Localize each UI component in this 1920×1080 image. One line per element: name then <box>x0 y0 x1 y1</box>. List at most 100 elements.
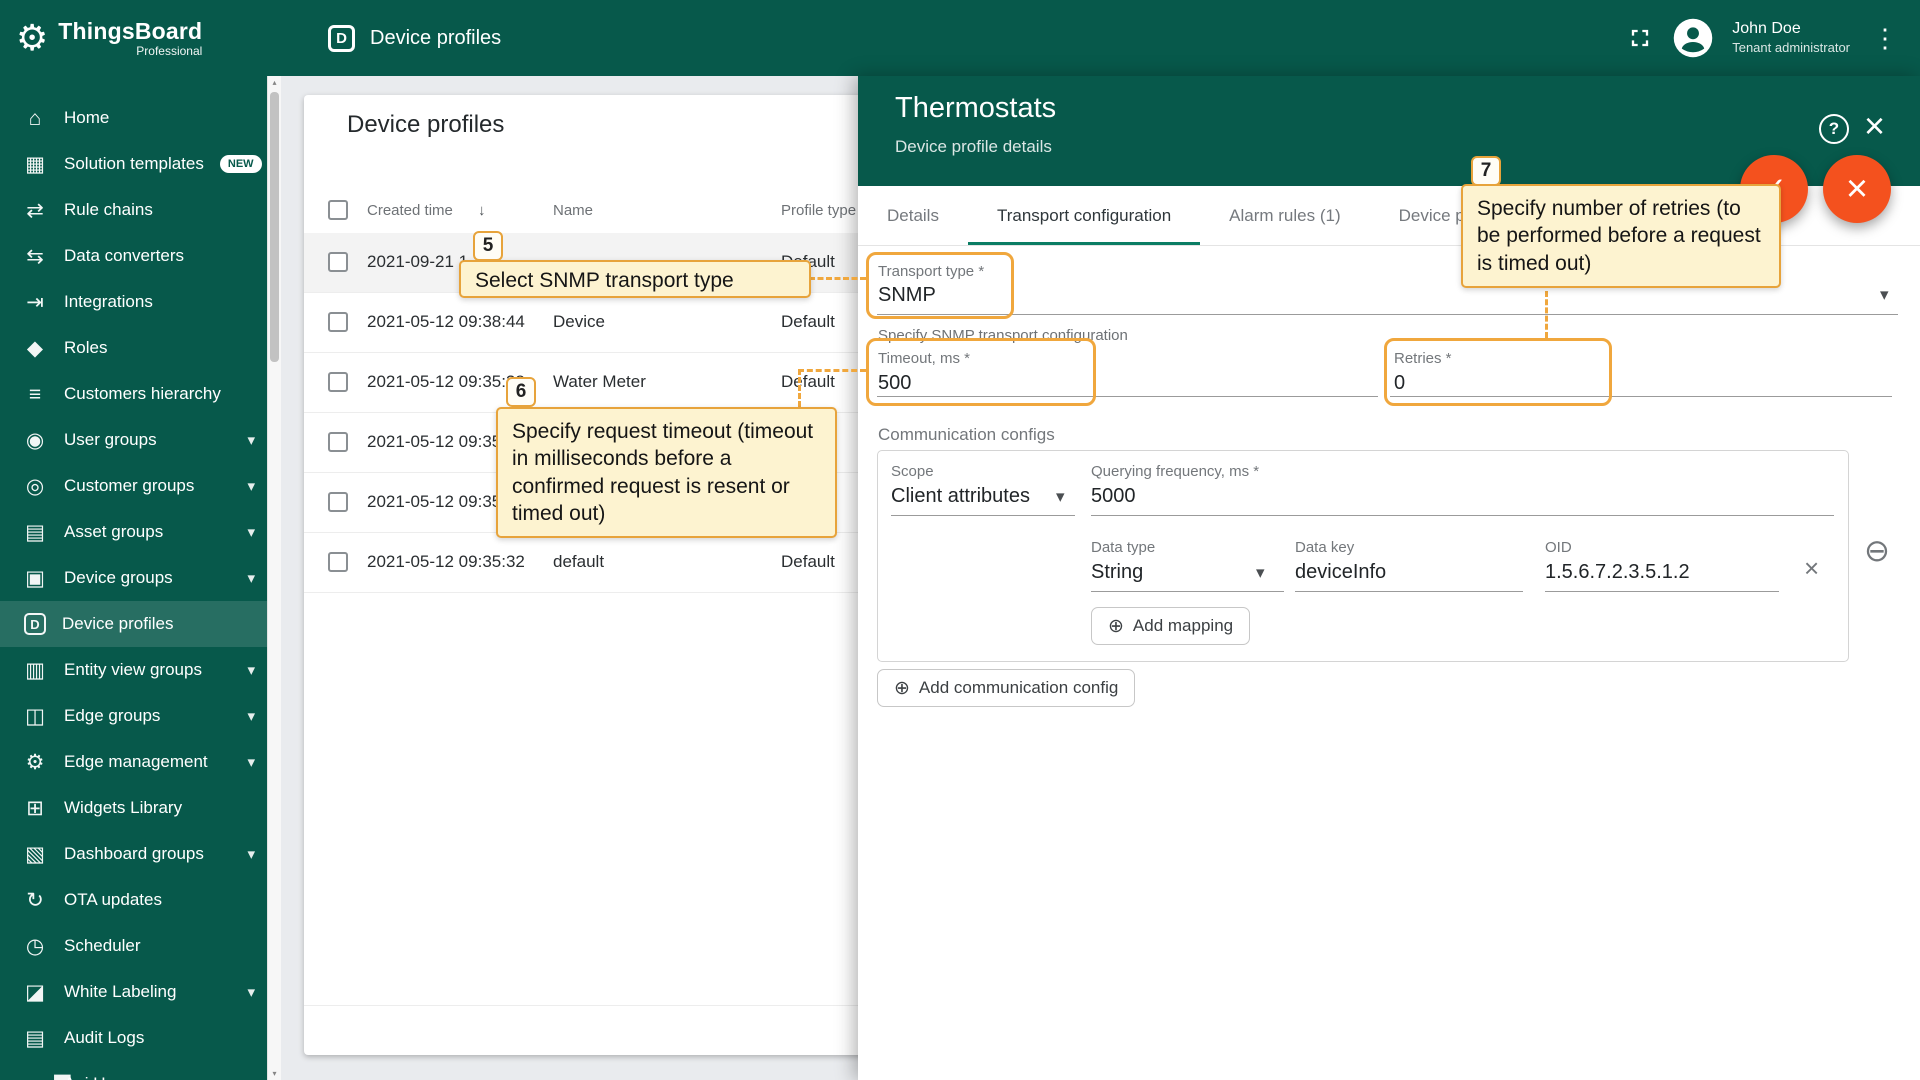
remove-config-icon[interactable]: ⊖ <box>1864 535 1890 566</box>
chevron-down-icon[interactable]: ▾ <box>247 845 255 863</box>
chevron-down-icon[interactable]: ▾ <box>247 523 255 541</box>
topbar-actions: John Doe Tenant administrator ⋮ <box>1626 17 1902 59</box>
sidebar-item-white-labeling[interactable]: ◪ White Labeling ▾ <box>0 969 267 1015</box>
select-all-checkbox[interactable] <box>328 200 348 220</box>
customer-groups-icon: ◎ <box>22 476 48 497</box>
sidebar-item-label: Edge management <box>64 752 231 772</box>
user-block[interactable]: John Doe Tenant administrator <box>1732 19 1850 57</box>
sidebar-item-entity-view-groups[interactable]: ▥ Entity view groups ▾ <box>0 647 267 693</box>
sidebar-item-ota-updates[interactable]: ↻ OTA updates <box>0 877 267 923</box>
sidebar-item-label: Edge groups <box>64 706 231 726</box>
sidebar-item-label: Data converters <box>64 246 255 266</box>
sidebar-item-label: Solution templates <box>64 154 204 174</box>
chevron-down-icon[interactable]: ▾ <box>247 661 255 679</box>
row-checkbox[interactable] <box>328 432 348 452</box>
cell-name: Device <box>553 312 605 332</box>
data-type-select[interactable]: String <box>1091 561 1143 584</box>
sidebar-item-customers-hierarchy[interactable]: ≡ Customers hierarchy <box>0 371 267 417</box>
sidebar-item-api-usage[interactable]: ▂▅▇ Api Usage <box>0 1061 267 1080</box>
chevron-down-icon[interactable]: ▾ <box>1256 563 1265 583</box>
sidebar-item-asset-groups[interactable]: ▤ Asset groups ▾ <box>0 509 267 555</box>
audit-logs-icon: ▤ <box>22 1028 48 1049</box>
chevron-down-icon[interactable]: ▾ <box>247 983 255 1001</box>
chevron-down-icon[interactable]: ▾ <box>247 477 255 495</box>
sidebar-item-label: Rule chains <box>64 200 255 220</box>
sidebar-item-user-groups[interactable]: ◉ User groups ▾ <box>0 417 267 463</box>
help-icon[interactable]: ? <box>1819 114 1849 144</box>
retries-label: Retries * <box>1394 350 1452 367</box>
chevron-down-icon[interactable]: ▾ <box>1056 487 1065 507</box>
sidebar-item-widgets-library[interactable]: ⊞ Widgets Library <box>0 785 267 831</box>
row-checkbox[interactable] <box>328 552 348 572</box>
sidebar-item-rule-chains[interactable]: ⇄ Rule chains <box>0 187 267 233</box>
close-icon[interactable]: × <box>1864 104 1885 147</box>
row-checkbox[interactable] <box>328 312 348 332</box>
sidebar-item-dashboard-groups[interactable]: ▧ Dashboard groups ▾ <box>0 831 267 877</box>
avatar[interactable] <box>1672 17 1714 59</box>
sidebar-item-data-converters[interactable]: ⇆ Data converters <box>0 233 267 279</box>
sidebar-item-solution-templates[interactable]: ▦ Solution templates NEW <box>0 141 267 187</box>
discard-changes-fab[interactable]: × <box>1823 155 1891 223</box>
remove-mapping-icon[interactable]: × <box>1804 555 1819 581</box>
scroll-up-icon[interactable]: ▴ <box>268 78 281 87</box>
oid-input[interactable]: 1.5.6.7.2.3.5.1.2 <box>1545 561 1690 584</box>
row-checkbox[interactable] <box>328 372 348 392</box>
sidebar-item-home[interactable]: ⌂ Home <box>0 95 267 141</box>
sort-desc-icon[interactable]: ↓ <box>478 202 486 219</box>
sidebar-item-roles[interactable]: ◆ Roles <box>0 325 267 371</box>
table-row[interactable]: 2021-05-12 09:38:44 Device Default <box>304 293 884 353</box>
row-checkbox[interactable] <box>328 252 348 272</box>
widgets-library-icon: ⊞ <box>22 798 48 819</box>
table-row[interactable]: 2021-05-12 09:35:38 Water Meter Default <box>304 353 884 413</box>
oid-underline <box>1545 591 1779 592</box>
scrollbar-thumb[interactable] <box>270 92 279 362</box>
scroll-down-icon[interactable]: ▾ <box>268 1069 281 1078</box>
add-mapping-button[interactable]: ⊕ Add mapping <box>1091 607 1250 645</box>
detail-title: Thermostats <box>895 92 1056 125</box>
kebab-menu-icon[interactable]: ⋮ <box>1868 23 1902 54</box>
column-profile-type[interactable]: Profile type <box>781 202 856 219</box>
chevron-down-icon[interactable]: ▾ <box>247 569 255 587</box>
sidebar-item-integrations[interactable]: ⇥ Integrations <box>0 279 267 325</box>
column-name[interactable]: Name <box>553 202 593 219</box>
column-created-time[interactable]: Created time <box>367 202 453 219</box>
timeout-input[interactable]: 500 <box>878 372 911 395</box>
communication-configs-label: Communication configs <box>878 425 1055 445</box>
chevron-down-icon[interactable]: ▾ <box>247 753 255 771</box>
retries-input[interactable]: 0 <box>1394 372 1405 395</box>
sidebar-item-customer-groups[interactable]: ◎ Customer groups ▾ <box>0 463 267 509</box>
sidebar-nav: ⌂ Home ▦ Solution templates NEW ⇄ Rule c… <box>0 76 267 1080</box>
tab-details[interactable]: Details <box>858 186 968 245</box>
row-checkbox[interactable] <box>328 492 348 512</box>
add-communication-config-button[interactable]: ⊕ Add communication config <box>877 669 1135 707</box>
scope-select[interactable]: Client attributes <box>891 485 1030 508</box>
snmp-hint-text: Specify SNMP transport configuration <box>878 327 1128 344</box>
sidebar-item-audit-logs[interactable]: ▤ Audit Logs <box>0 1015 267 1061</box>
logo[interactable]: ⚙ ThingsBoard Professional <box>0 0 267 76</box>
chevron-down-icon[interactable]: ▾ <box>247 431 255 449</box>
sidebar-item-device-groups[interactable]: ▣ Device groups ▾ <box>0 555 267 601</box>
tab-transport-configuration[interactable]: Transport configuration <box>968 186 1200 245</box>
sidebar-item-edge-groups[interactable]: ◫ Edge groups ▾ <box>0 693 267 739</box>
customers-hierarchy-icon: ≡ <box>22 384 48 405</box>
fullscreen-icon[interactable] <box>1626 24 1654 52</box>
chevron-down-icon[interactable]: ▾ <box>247 707 255 725</box>
device-profiles-icon: D <box>24 613 46 635</box>
cell-created-time: 2021-05-12 09:38:44 <box>367 312 525 332</box>
sidebar-scrollbar[interactable]: ▴ ▾ <box>267 76 281 1080</box>
transport-type-select[interactable]: SNMP <box>878 284 936 307</box>
app-name: ThingsBoard <box>58 18 202 45</box>
sidebar-item-edge-management[interactable]: ⚙ Edge management ▾ <box>0 739 267 785</box>
sidebar-item-label: Customers hierarchy <box>64 384 255 404</box>
sidebar-item-device-profiles[interactable]: D Device profiles <box>0 601 267 647</box>
tab-alarm-rules-1-[interactable]: Alarm rules (1) <box>1200 186 1369 245</box>
querying-frequency-input[interactable]: 5000 <box>1091 485 1136 508</box>
callout-6-text: Specify request timeout (timeout in mill… <box>496 407 837 538</box>
table-row[interactable]: 2021-05-12 09:35:32 default Default <box>304 533 884 593</box>
sidebar-item-label: User groups <box>64 430 231 450</box>
chevron-down-icon[interactable]: ▾ <box>1880 285 1889 305</box>
sidebar-item-scheduler[interactable]: ◷ Scheduler <box>0 923 267 969</box>
page-title: Device profiles <box>370 27 1626 50</box>
edge-groups-icon: ◫ <box>22 706 48 727</box>
data-key-input[interactable]: deviceInfo <box>1295 561 1386 584</box>
